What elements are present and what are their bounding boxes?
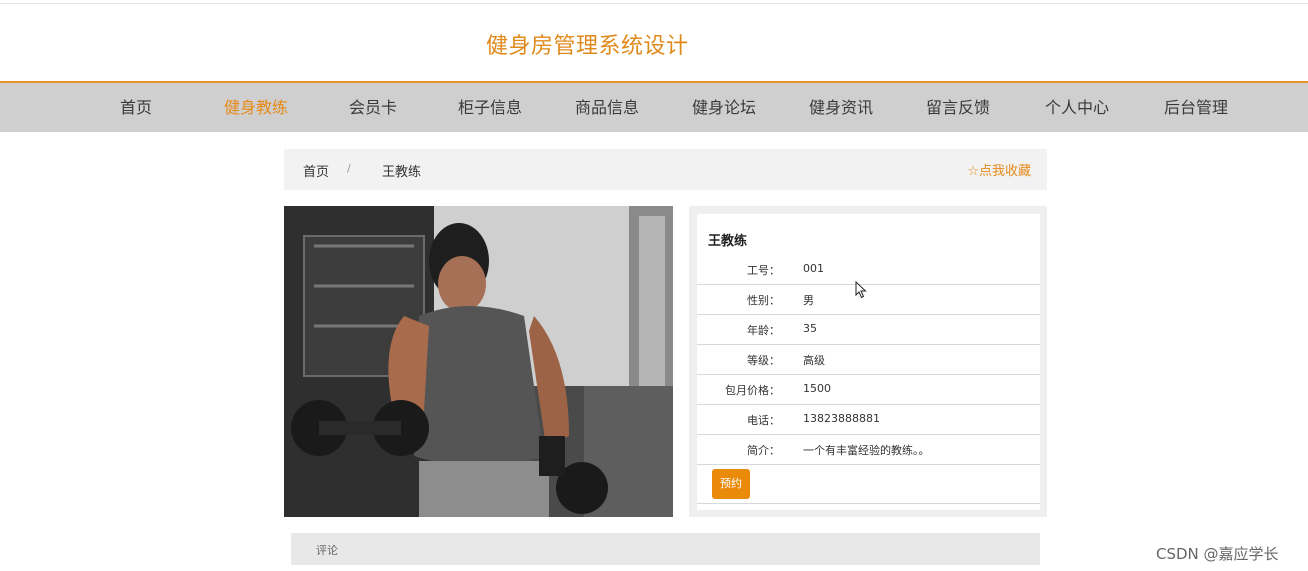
field-value: 高级 — [803, 354, 825, 367]
mouse-cursor-icon — [855, 280, 867, 303]
top-divider — [0, 3, 1308, 4]
nav-item-news[interactable]: 健身资讯 — [809, 83, 873, 132]
field-label: 等级： — [747, 354, 780, 367]
field-row-monthly-price: 包月价格： 1500 — [697, 374, 1040, 405]
main-nav: 首页 健身教练 会员卡 柜子信息 商品信息 健身论坛 健身资讯 留言反馈 个人中… — [0, 81, 1308, 132]
breadcrumb-current: 王教练 — [382, 165, 422, 180]
comments-label: 评论 — [316, 544, 338, 557]
field-row-id: 工号： 001 — [697, 254, 1040, 285]
field-row-phone: 电话： 13823888881 — [697, 404, 1040, 435]
nav-item-membership[interactable]: 会员卡 — [349, 83, 397, 132]
nav-item-feedback[interactable]: 留言反馈 — [926, 83, 990, 132]
field-row-age: 年龄： 35 — [697, 314, 1040, 345]
nav-item-lockers[interactable]: 柜子信息 — [458, 83, 522, 132]
field-value: 1500 — [803, 382, 831, 395]
coach-photo-illustration — [284, 206, 673, 517]
coach-photo — [284, 206, 673, 517]
watermark: CSDN @嘉应学长 — [1156, 545, 1279, 563]
field-row-intro: 简介： 一个有丰富经验的教练。。 — [697, 434, 1040, 465]
field-value: 35 — [803, 322, 817, 335]
favorite-button[interactable]: ☆点我收藏 — [967, 160, 1031, 179]
field-value: 001 — [803, 262, 824, 275]
divider — [697, 503, 1040, 504]
nav-item-home[interactable]: 首页 — [120, 83, 152, 132]
field-label: 年龄： — [747, 324, 780, 337]
breadcrumb-separator: / — [347, 162, 351, 175]
nav-item-admin[interactable]: 后台管理 — [1164, 83, 1228, 132]
field-row-gender: 性别： 男 — [697, 284, 1040, 315]
comments-section-header: 评论 — [291, 533, 1040, 565]
nav-item-forum[interactable]: 健身论坛 — [692, 83, 756, 132]
field-value: 男 — [803, 294, 814, 307]
field-label: 简介： — [747, 444, 780, 457]
field-label: 包月价格： — [725, 384, 780, 397]
coach-name: 王教练 — [708, 234, 748, 249]
field-value: 一个有丰富经验的教练。。 — [803, 444, 930, 457]
coach-detail-panel: 王教练 工号： 001 性别： 男 年龄： 35 等级： 高级 包月价格： 15… — [689, 206, 1047, 517]
nav-item-profile[interactable]: 个人中心 — [1045, 83, 1109, 132]
book-button[interactable]: 预约 — [712, 469, 750, 499]
coach-detail-card: 王教练 工号： 001 性别： 男 年龄： 35 等级： 高级 包月价格： 15… — [697, 214, 1040, 510]
site-title: 健身房管理系统设计 — [486, 34, 689, 59]
field-label: 工号： — [747, 264, 780, 277]
field-label: 电话： — [747, 414, 780, 427]
field-value: 13823888881 — [803, 412, 880, 425]
breadcrumb-home[interactable]: 首页 — [303, 161, 329, 180]
nav-item-products[interactable]: 商品信息 — [575, 83, 639, 132]
nav-item-coaches[interactable]: 健身教练 — [224, 83, 288, 132]
breadcrumb: 首页 / 王教练 ☆点我收藏 — [284, 149, 1047, 190]
field-label: 性别： — [747, 294, 780, 307]
field-row-level: 等级： 高级 — [697, 344, 1040, 375]
